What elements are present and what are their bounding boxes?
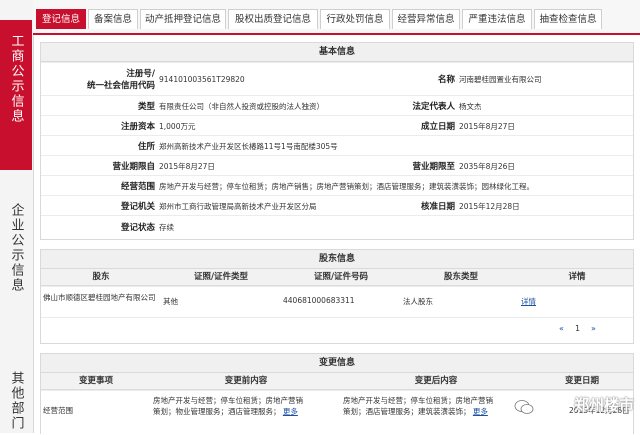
top-tab-bar: 登记信息 备案信息 动产抵押登记信息 股权出质登记信息 行政处罚信息 经营异常信…: [33, 0, 640, 35]
change-after-text: 房地产开发与经营；停车位租赁；房地产营销策划；酒店管理服务；建筑装潢装饰；: [343, 396, 493, 416]
pager-page-number[interactable]: 1: [575, 324, 580, 333]
holder-id-no: 440681000683311: [283, 296, 355, 305]
legal-rep-value: 杨文杰: [459, 102, 482, 111]
shareholder-table-header: 股东 证照/证件类型 证照/证件号码 股东类型 详情: [41, 269, 633, 286]
rail-tab-label: 企业公示信息: [8, 203, 24, 293]
tab-chattel-mortgage[interactable]: 动产抵押登记信息: [140, 9, 226, 29]
change-after-more-link[interactable]: 更多: [473, 407, 488, 416]
shareholder-title: 股东信息: [41, 250, 633, 269]
col-id-type: 证照/证件类型: [193, 272, 249, 282]
row-regno: 注册号/ 统一社会信用代码 914101003561T29820 名称 河南碧桂…: [41, 62, 633, 95]
holder-type: 法人股东: [403, 297, 433, 306]
established-value: 2015年8月27日: [459, 122, 515, 131]
table-row: 佛山市顺德区碧桂园地产有限公司 其他 440681000683311 法人股东 …: [41, 286, 633, 317]
tab-abnormal[interactable]: 经营异常信息: [392, 9, 460, 29]
basic-info-section: 基本信息 注册号/ 统一社会信用代码 914101003561T29820 名称…: [40, 42, 634, 240]
address-label: 住所: [137, 142, 155, 152]
table-row: 经营范围 房地产开发与经营；停车位租赁；房地产营销策划；物业管理服务；酒店管理服…: [41, 390, 633, 435]
change-table-header: 变更事项 变更前内容 变更后内容 变更日期: [41, 373, 633, 390]
change-before-text: 房地产开发与经营；停车位租赁；房地产营销策划；物业管理服务；酒店管理服务；: [153, 396, 303, 416]
col-detail: 详情: [568, 272, 586, 282]
capital-value: 1,000万元: [159, 122, 196, 131]
term-to-label: 营业期限至: [412, 162, 455, 172]
name-label: 名称: [437, 75, 455, 85]
shareholder-section: 股东信息 股东 证照/证件类型 证照/证件号码 股东类型 详情 佛山市顺德区碧桂…: [40, 249, 634, 344]
holder-name: 佛山市顺德区碧桂园地产有限公司: [43, 293, 156, 302]
name-value: 河南碧桂园置业有限公司: [459, 75, 542, 84]
tab-serious-violation[interactable]: 严重违法信息: [462, 9, 532, 29]
tab-equity-pledge[interactable]: 股权出质登记信息: [228, 9, 318, 29]
type-label: 类型: [137, 102, 155, 112]
status-label: 登记状态: [120, 223, 155, 233]
pager-row: « 1 »: [41, 317, 633, 342]
reg-no-label-2: 统一社会信用代码: [86, 81, 155, 91]
rail-tab-label: 工商公示信息: [8, 34, 24, 124]
type-value: 有限责任公司（非自然人投资或控股的法人独资）: [159, 102, 324, 111]
change-before-more-link[interactable]: 更多: [283, 407, 298, 416]
tab-filing[interactable]: 备案信息: [88, 9, 138, 29]
change-before: 房地产开发与经营；停车位租赁；房地产营销策划；物业管理服务；酒店管理服务； 更多: [153, 395, 303, 417]
basic-info-title: 基本信息: [41, 43, 633, 62]
row-authority: 登记机关 郑州市工商行政管理局高新技术产业开发区分局 核准日期 2015年12月…: [41, 195, 633, 215]
row-term: 营业期限自 2015年8月27日 营业期限至 2035年8月26日: [41, 155, 633, 175]
reg-no-label-1: 注册号/: [126, 69, 155, 79]
change-item: 经营范围: [43, 406, 73, 415]
rail-tab-other[interactable]: 其他部门: [0, 365, 32, 433]
row-capital: 注册资本 1,000万元 成立日期 2015年8月27日: [41, 115, 633, 135]
holder-id-type: 其他: [163, 297, 178, 306]
approval-label: 核准日期: [420, 202, 455, 212]
change-after: 房地产开发与经营；停车位租赁；房地产营销策划；酒店管理服务；建筑装潢装饰； 更多: [343, 395, 493, 417]
watermark-text: 郑州楼市: [573, 396, 634, 414]
col-id-no: 证照/证件号码: [313, 272, 369, 282]
pager-prev-button[interactable]: «: [559, 324, 564, 333]
term-from-value: 2015年8月27日: [159, 162, 215, 171]
col-item: 变更事项: [78, 376, 113, 386]
tab-penalty[interactable]: 行政处罚信息: [320, 9, 390, 29]
scope-label: 经营范围: [120, 182, 155, 192]
status-value: 存续: [159, 223, 174, 232]
rail-tab-qiye[interactable]: 企业公示信息: [0, 195, 32, 345]
change-section: 变更信息 变更事项 变更前内容 变更后内容 变更日期 经营范围 房地产开发与经营…: [40, 353, 634, 434]
authority-value: 郑州市工商行政管理局高新技术产业开发区分局: [159, 202, 317, 211]
authority-label: 登记机关: [120, 202, 155, 212]
address-value: 郑州高新技术产业开发区长椿路11号1号南配楼305号: [159, 142, 338, 151]
wechat-icon: [514, 400, 534, 414]
tab-registration[interactable]: 登记信息: [36, 9, 86, 29]
capital-label: 注册资本: [120, 122, 155, 132]
legal-rep-label: 法定代表人: [412, 102, 455, 112]
col-before: 变更前内容: [224, 376, 268, 386]
term-from-label: 营业期限自: [112, 162, 155, 172]
reg-no-value: 914101003561T29820: [159, 75, 245, 84]
rail-tab-label: 其他部门: [8, 371, 24, 431]
rail-tab-gongshang[interactable]: 工商公示信息: [0, 20, 32, 170]
detail-link[interactable]: 详情: [521, 296, 536, 307]
col-holder: 股东: [92, 272, 110, 282]
col-holder-type: 股东类型: [443, 272, 478, 282]
row-status: 登记状态 存续: [41, 215, 633, 238]
change-title: 变更信息: [41, 354, 633, 373]
pager-next-button[interactable]: »: [591, 324, 596, 333]
left-rail: 工商公示信息 企业公示信息 其他部门: [0, 0, 34, 433]
col-date: 变更日期: [564, 376, 599, 386]
approval-value: 2015年12月28日: [459, 202, 520, 211]
scope-value: 房地产开发与经营；停车位租赁；房地产销售；房地产营销策划；酒店管理服务；建筑装潢…: [159, 182, 534, 191]
row-address: 住所 郑州高新技术产业开发区长椿路11号1号南配楼305号: [41, 135, 633, 155]
term-to-value: 2035年8月26日: [459, 162, 515, 171]
tab-inspection[interactable]: 抽查检查信息: [534, 9, 602, 29]
established-label: 成立日期: [420, 122, 455, 132]
row-scope: 经营范围 房地产开发与经营；停车位租赁；房地产销售；房地产营销策划；酒店管理服务…: [41, 175, 633, 195]
row-type: 类型 有限责任公司（非自然人投资或控股的法人独资） 法定代表人 杨文杰: [41, 95, 633, 115]
col-after: 变更后内容: [414, 376, 458, 386]
